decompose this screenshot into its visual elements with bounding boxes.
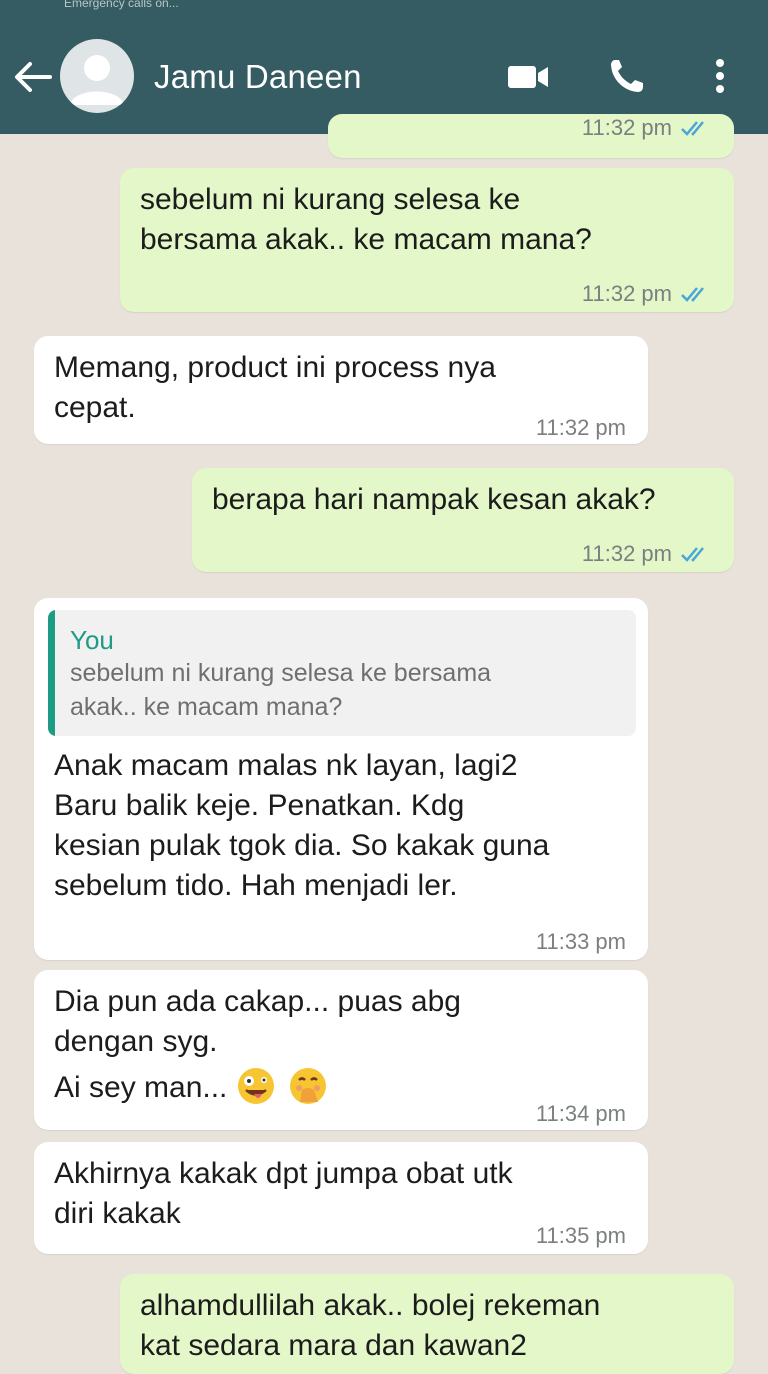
message-meta: 11:32 pm	[582, 108, 712, 148]
message-meta: 11:32 pm	[536, 408, 626, 448]
status-bar-text: Emergency calls on...	[64, 0, 179, 10]
message-meta: 11:32 pm	[582, 274, 712, 314]
message-time: 11:32 pm	[535, 415, 626, 440]
message-bubble-outgoing[interactable]: sebelum ni kurang selesa ke bersama akak…	[120, 168, 734, 312]
message-text: sebelum ni kurang selesa ke bersama akak…	[140, 183, 592, 256]
more-vert-icon[interactable]	[700, 56, 740, 96]
message-time: 11:32 pm	[581, 541, 672, 566]
message-bubble-outgoing[interactable]: 11:32 pm	[328, 114, 734, 158]
message-text: Anak macam malas nk layan, lagi2 Baru ba…	[54, 749, 550, 902]
quoted-message[interactable]: You sebelum ni kurang selesa ke bersama …	[48, 610, 636, 736]
message-time: 11:32 pm	[581, 281, 672, 306]
message-bubble-incoming[interactable]: Akhirnya kakak dpt jumpa obat utk diri k…	[34, 1142, 648, 1254]
read-tick-icon	[681, 547, 704, 562]
message-bubble-outgoing[interactable]: alhamdullilah akak.. bolej rekeman kat s…	[120, 1274, 734, 1374]
message-bubble-incoming[interactable]: Dia pun ada cakap... puas abg dengan syg…	[34, 970, 648, 1130]
message-text: berapa hari nampak kesan akak?	[212, 483, 656, 516]
hand-over-mouth-emoji	[290, 1068, 327, 1104]
message-bubble-incoming-reply[interactable]: You sebelum ni kurang selesa ke bersama …	[34, 598, 648, 960]
zany-face-emoji	[237, 1068, 274, 1104]
message-text-continued: Ai sey man...	[54, 1071, 228, 1104]
voice-call-icon[interactable]	[606, 56, 650, 96]
message-text: alhamdullilah akak.. bolej rekeman kat s…	[140, 1289, 601, 1362]
quote-accent-bar	[48, 610, 55, 736]
message-meta: 11:35 pm	[536, 1216, 626, 1256]
read-tick-icon	[681, 121, 704, 136]
message-time: 11:34 pm	[535, 1101, 626, 1126]
quote-text: sebelum ni kurang selesa ke bersama akak…	[70, 659, 492, 721]
message-bubble-incoming[interactable]: Memang, product ini process nya cepat. 1…	[34, 336, 648, 444]
read-tick-icon	[681, 287, 704, 302]
video-call-icon[interactable]	[506, 56, 550, 96]
chat-messages-area[interactable]: 11:32 pm sebelum ni kurang selesa ke ber…	[0, 114, 768, 1374]
message-time: 11:33 pm	[535, 929, 626, 954]
message-text: Dia pun ada cakap... puas abg dengan syg…	[54, 985, 461, 1058]
message-time: 11:35 pm	[535, 1223, 626, 1248]
message-bubble-outgoing[interactable]: berapa hari nampak kesan akak? 11:32 pm	[192, 468, 734, 572]
back-arrow-icon[interactable]	[12, 60, 52, 94]
quote-author: You	[70, 625, 114, 655]
message-meta: 11:32 pm	[582, 534, 712, 574]
contact-name[interactable]: Jamu Daneen	[154, 58, 362, 96]
message-meta: 11:33 pm	[536, 922, 626, 962]
avatar-icon	[70, 55, 124, 105]
message-meta: 11:34 pm	[536, 1094, 626, 1134]
contact-avatar[interactable]	[60, 39, 134, 113]
message-time: 11:32 pm	[581, 115, 672, 140]
